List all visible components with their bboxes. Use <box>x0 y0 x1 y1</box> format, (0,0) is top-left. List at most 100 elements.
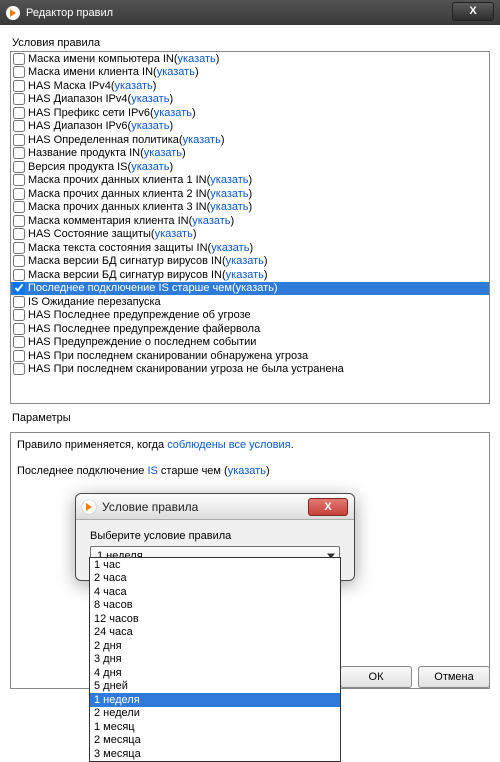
dropdown-option[interactable]: 4 дня <box>90 666 340 680</box>
condition-checkbox[interactable] <box>13 201 25 213</box>
condition-checkbox[interactable] <box>13 134 25 146</box>
condition-checkbox[interactable] <box>13 309 25 321</box>
titlebar[interactable]: Редактор правил X <box>0 0 500 25</box>
dropdown-option[interactable]: 5 дней <box>90 680 340 694</box>
condition-row[interactable]: Маска версии БД сигнатур вирусов IN (ука… <box>11 255 489 269</box>
condition-checkbox[interactable] <box>13 228 25 240</box>
ok-label: ОК <box>369 671 384 683</box>
dialog-field-label: Выберите условие правила <box>90 530 340 542</box>
condition-row[interactable]: Версия продукта IS (указать) <box>11 160 489 174</box>
condition-row[interactable]: Последнее подключение IS старше чем (ука… <box>11 282 489 296</box>
condition-specify-link[interactable]: указать <box>155 228 193 240</box>
dropdown-option[interactable]: 1 месяц <box>90 720 340 734</box>
condition-checkbox[interactable] <box>13 296 25 308</box>
condition-specify-link[interactable]: указать <box>131 161 169 173</box>
condition-row[interactable]: Маска прочих данных клиента 3 IN (указат… <box>11 201 489 215</box>
condition-specify-link[interactable]: указать <box>154 107 192 119</box>
condition-row[interactable]: HAS Состояние защиты (указать) <box>11 228 489 242</box>
condition-checkbox[interactable] <box>13 188 25 200</box>
rule-detail-line: Последнее подключение IS старше чем (ука… <box>17 465 483 477</box>
condition-specify-link[interactable]: указать <box>226 255 264 267</box>
condition-row[interactable]: IS Ожидание перезапуска <box>11 295 489 309</box>
condition-row[interactable]: Маска текста состояния защиты IN (указат… <box>11 241 489 255</box>
dropdown-option[interactable]: 1 неделя <box>90 693 340 707</box>
condition-text: Маска прочих данных клиента 2 IN <box>28 188 207 200</box>
condition-checkbox[interactable] <box>13 161 25 173</box>
condition-row[interactable]: HAS Предупреждение о последнем событии <box>11 336 489 350</box>
condition-row[interactable]: HAS Маска IPv4 (указать) <box>11 79 489 93</box>
condition-specify-link[interactable]: указать <box>131 120 169 132</box>
cancel-button[interactable]: Отмена <box>418 666 490 688</box>
condition-text: Маска текста состояния защиты IN <box>28 242 208 254</box>
condition-checkbox[interactable] <box>13 174 25 186</box>
text: Правило применяется, когда <box>17 439 167 451</box>
condition-dropdown-list[interactable]: 1 час2 часа4 часа8 часов12 часов24 часа2… <box>89 557 341 762</box>
condition-specify-link[interactable]: указать <box>210 174 248 186</box>
condition-row[interactable]: Маска версии БД сигнатур вирусов IN (ука… <box>11 268 489 282</box>
condition-checkbox[interactable] <box>13 80 25 92</box>
condition-specify-link[interactable]: указать <box>183 134 221 146</box>
condition-row[interactable]: Маска имени компьютера IN (указать) <box>11 52 489 66</box>
condition-specify-link[interactable]: указать <box>236 282 274 294</box>
condition-checkbox[interactable] <box>13 107 25 119</box>
condition-checkbox[interactable] <box>13 269 25 281</box>
condition-checkbox[interactable] <box>13 350 25 362</box>
dropdown-option[interactable]: 2 недели <box>90 707 340 721</box>
dropdown-option[interactable]: 2 месяца <box>90 734 340 748</box>
dialog-titlebar[interactable]: Условие правила X <box>76 494 354 520</box>
condition-specify-link[interactable]: указать <box>210 201 248 213</box>
condition-checkbox[interactable] <box>13 242 25 254</box>
condition-checkbox[interactable] <box>13 120 25 132</box>
conditions-listbox[interactable]: Маска имени компьютера IN (указать)Маска… <box>10 51 490 404</box>
conditions-match-link[interactable]: соблюдены все условия <box>167 439 290 451</box>
condition-row[interactable]: Маска прочих данных клиента 2 IN (указат… <box>11 187 489 201</box>
condition-checkbox[interactable] <box>13 147 25 159</box>
condition-row[interactable]: HAS Диапазон IPv6 (указать) <box>11 120 489 134</box>
condition-checkbox[interactable] <box>13 215 25 227</box>
condition-checkbox[interactable] <box>13 255 25 267</box>
text: Последнее подключение <box>17 465 147 477</box>
condition-row[interactable]: HAS Последнее предупреждение об угрозе <box>11 309 489 323</box>
condition-row[interactable]: Маска имени клиента IN (указать) <box>11 66 489 80</box>
dropdown-option[interactable]: 2 часа <box>90 572 340 586</box>
dropdown-option[interactable]: 12 часов <box>90 612 340 626</box>
dropdown-option[interactable]: 4 часа <box>90 585 340 599</box>
condition-specify-link[interactable]: указать <box>210 188 248 200</box>
condition-specify-link[interactable]: указать <box>192 215 230 227</box>
condition-checkbox[interactable] <box>13 53 25 65</box>
condition-specify-link[interactable]: указать <box>211 242 249 254</box>
condition-row[interactable]: Маска комментария клиента IN (указать) <box>11 214 489 228</box>
dropdown-option[interactable]: 8 часов <box>90 599 340 613</box>
condition-text: HAS Диапазон IPv4 <box>28 93 128 105</box>
condition-checkbox[interactable] <box>13 66 25 78</box>
dialog-close-button[interactable]: X <box>308 498 348 516</box>
condition-checkbox[interactable] <box>13 363 25 375</box>
condition-row[interactable]: Название продукта IN (указать) <box>11 147 489 161</box>
condition-checkbox[interactable] <box>13 336 25 348</box>
condition-specify-link[interactable]: указать <box>178 53 216 65</box>
condition-row[interactable]: HAS Последнее предупреждение файервола <box>11 322 489 336</box>
condition-checkbox[interactable] <box>13 282 25 294</box>
condition-row[interactable]: HAS При последнем сканировании обнаружен… <box>11 349 489 363</box>
condition-row[interactable]: HAS Диапазон IPv4 (указать) <box>11 93 489 107</box>
dropdown-option[interactable]: 3 дня <box>90 653 340 667</box>
condition-specify-link[interactable]: указать <box>157 66 195 78</box>
condition-specify-link[interactable]: указать <box>131 93 169 105</box>
operator-link[interactable]: IS <box>147 465 157 477</box>
condition-checkbox[interactable] <box>13 93 25 105</box>
ok-button[interactable]: ОК <box>340 666 412 688</box>
dropdown-option[interactable]: 1 час <box>90 558 340 572</box>
condition-row[interactable]: HAS Префикс сети IPv6 (указать) <box>11 106 489 120</box>
condition-specify-link[interactable]: указать <box>144 147 182 159</box>
condition-row[interactable]: HAS Определенная политика (указать) <box>11 133 489 147</box>
value-link[interactable]: указать <box>228 465 266 477</box>
dropdown-option[interactable]: 3 месяца <box>90 747 340 761</box>
condition-row[interactable]: HAS При последнем сканировании угроза не… <box>11 363 489 377</box>
condition-row[interactable]: Маска прочих данных клиента 1 IN (указат… <box>11 174 489 188</box>
dropdown-option[interactable]: 24 часа <box>90 626 340 640</box>
condition-checkbox[interactable] <box>13 323 25 335</box>
condition-specify-link[interactable]: указать <box>115 80 153 92</box>
dropdown-option[interactable]: 2 дня <box>90 639 340 653</box>
close-button[interactable]: X <box>452 2 494 21</box>
condition-specify-link[interactable]: указать <box>226 269 264 281</box>
